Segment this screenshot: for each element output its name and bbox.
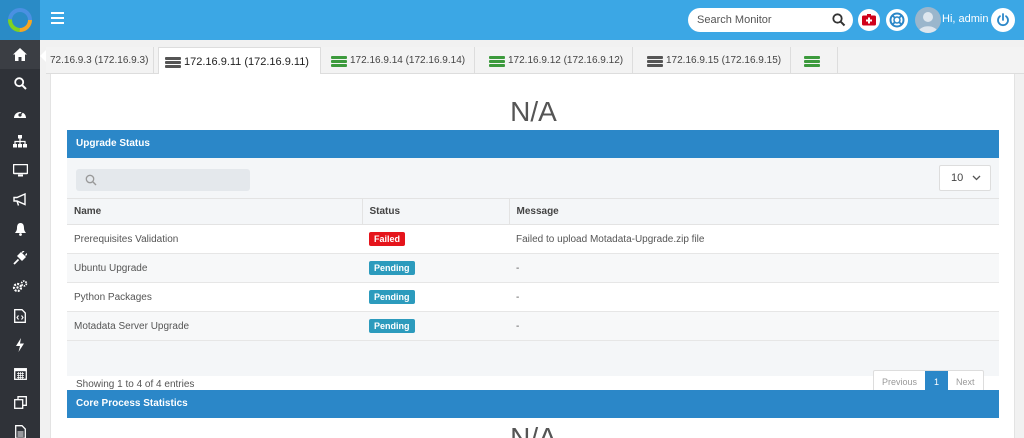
tab-label: 172.16.9.12 (172.16.9.12) xyxy=(508,55,624,66)
document-code-icon xyxy=(14,308,26,323)
server-icon xyxy=(165,56,181,68)
cogs-icon xyxy=(12,280,28,293)
home-icon xyxy=(13,48,27,61)
cell-name: Prerequisites Validation xyxy=(67,224,362,254)
bell-icon xyxy=(14,222,26,236)
table-row: Python Packages Pending - xyxy=(67,282,999,312)
topology-icon xyxy=(13,135,27,148)
tab-monitor-1[interactable]: 72.16.9.3 (172.16.9.3) xyxy=(46,47,154,74)
sidebar-item-plugins[interactable] xyxy=(0,243,40,272)
entries-info: Showing 1 to 4 of 4 entries xyxy=(76,379,195,390)
lifebuoy-icon xyxy=(889,12,905,28)
tab-label: 172.16.9.11 (172.16.9.11) xyxy=(184,55,309,68)
sidebar-item-announcements[interactable] xyxy=(0,185,40,214)
sidebar-item-search[interactable] xyxy=(0,69,40,98)
tab-monitor-4[interactable]: 172.16.9.12 (172.16.9.12) xyxy=(483,47,633,74)
upgrade-status-table: Name Status Message Prerequisites Valida… xyxy=(67,198,999,341)
tab-monitor-2[interactable]: 172.16.9.11 (172.16.9.11) xyxy=(158,47,321,75)
tab-monitor-5[interactable]: 172.16.9.15 (172.16.9.15) xyxy=(641,47,791,74)
user-icon xyxy=(918,12,938,33)
chevron-down-icon xyxy=(972,175,981,181)
search-monitor-box[interactable] xyxy=(688,8,853,32)
bolt-icon xyxy=(16,337,24,352)
server-icon xyxy=(804,55,820,67)
first-aid-icon xyxy=(862,14,876,26)
calendar-icon xyxy=(13,368,27,380)
server-icon xyxy=(331,55,347,67)
core-process-title: N/A xyxy=(510,422,557,438)
menu-toggle-button[interactable] xyxy=(51,12,64,24)
app-logo[interactable] xyxy=(0,0,40,40)
sidebar-item-home[interactable] xyxy=(0,40,40,69)
page-size-value: 10 xyxy=(951,172,964,184)
table-search-input[interactable] xyxy=(76,169,250,191)
tab-monitor-3[interactable]: 172.16.9.14 (172.16.9.14) xyxy=(325,47,475,74)
tab-label: 72.16.9.3 (172.16.9.3) xyxy=(50,55,149,66)
sidebar-item-topology[interactable] xyxy=(0,127,40,156)
power-icon xyxy=(997,13,1009,27)
sidebar xyxy=(0,40,40,438)
cell-message: - xyxy=(509,311,999,341)
status-badge: Pending xyxy=(369,319,415,333)
top-header: Hi, admin xyxy=(0,0,1024,40)
column-header[interactable]: Message xyxy=(508,198,999,225)
panel-heading: Upgrade Status xyxy=(67,130,999,158)
tab-label: 172.16.9.14 (172.16.9.14) xyxy=(350,55,466,66)
search-icon xyxy=(13,77,27,90)
plug-icon xyxy=(13,250,27,265)
sidebar-item-actions[interactable] xyxy=(0,330,40,359)
cell-message: - xyxy=(509,282,999,312)
table-row: Ubuntu Upgrade Pending - xyxy=(67,253,999,283)
announcement-icon xyxy=(12,193,26,206)
search-icon[interactable] xyxy=(832,13,846,27)
sidebar-item-scripts[interactable] xyxy=(0,301,40,330)
page-title: N/A xyxy=(510,96,557,127)
sidebar-item-calendar[interactable] xyxy=(0,359,40,388)
panel-heading: Core Process Statistics xyxy=(67,390,999,418)
column-header[interactable]: Status xyxy=(361,198,509,225)
tab-label: 172.16.9.15 (172.16.9.15) xyxy=(666,55,782,66)
logo-icon xyxy=(8,8,32,32)
main-content: N/A Upgrade Status 10 Name Status Messag… xyxy=(50,74,1015,438)
sidebar-item-alerts[interactable] xyxy=(0,214,40,243)
status-badge: Pending xyxy=(369,290,415,304)
sidebar-item-settings[interactable] xyxy=(0,272,40,301)
user-greeting[interactable]: Hi, admin xyxy=(942,13,988,25)
table-row: Prerequisites Validation Failed Failed t… xyxy=(67,224,999,254)
sidebar-item-dashboard[interactable] xyxy=(0,98,40,127)
page-size-select[interactable]: 10 xyxy=(939,165,991,191)
health-button[interactable] xyxy=(858,9,880,31)
column-header[interactable]: Name xyxy=(67,198,362,225)
logout-button[interactable] xyxy=(991,8,1015,32)
table-row: Motadata Server Upgrade Pending - xyxy=(67,311,999,341)
file-icon xyxy=(14,424,26,438)
cell-message: Failed to upload Motadata-Upgrade.zip fi… xyxy=(509,224,999,254)
cell-message: - xyxy=(509,253,999,283)
monitor-icon xyxy=(12,164,28,177)
cell-name: Motadata Server Upgrade xyxy=(67,311,362,341)
sidebar-item-reports[interactable] xyxy=(0,417,40,438)
support-button[interactable] xyxy=(886,9,908,31)
tab-monitor-6[interactable] xyxy=(798,47,838,74)
server-icon xyxy=(647,55,663,67)
cell-name: Ubuntu Upgrade xyxy=(67,253,362,283)
panel-body: 10 Name Status Message Prerequisites Val… xyxy=(67,158,999,394)
cell-name: Python Packages xyxy=(67,282,362,312)
monitor-tabs: 72.16.9.3 (172.16.9.3) 172.16.9.11 (172.… xyxy=(46,47,1024,75)
upgrade-status-panel: Upgrade Status 10 Name Status Message Pr… xyxy=(67,130,999,394)
status-badge: Failed xyxy=(369,232,406,246)
search-icon xyxy=(85,174,97,186)
copy-icon xyxy=(13,396,27,409)
status-badge: Pending xyxy=(369,261,415,275)
search-monitor-input[interactable] xyxy=(697,12,827,28)
server-icon xyxy=(489,55,505,67)
sidebar-item-copy[interactable] xyxy=(0,388,40,417)
dashboard-icon xyxy=(14,110,26,118)
sidebar-item-monitor[interactable] xyxy=(0,156,40,185)
table-header-row: Name Status Message xyxy=(67,198,999,225)
avatar[interactable] xyxy=(915,7,941,33)
